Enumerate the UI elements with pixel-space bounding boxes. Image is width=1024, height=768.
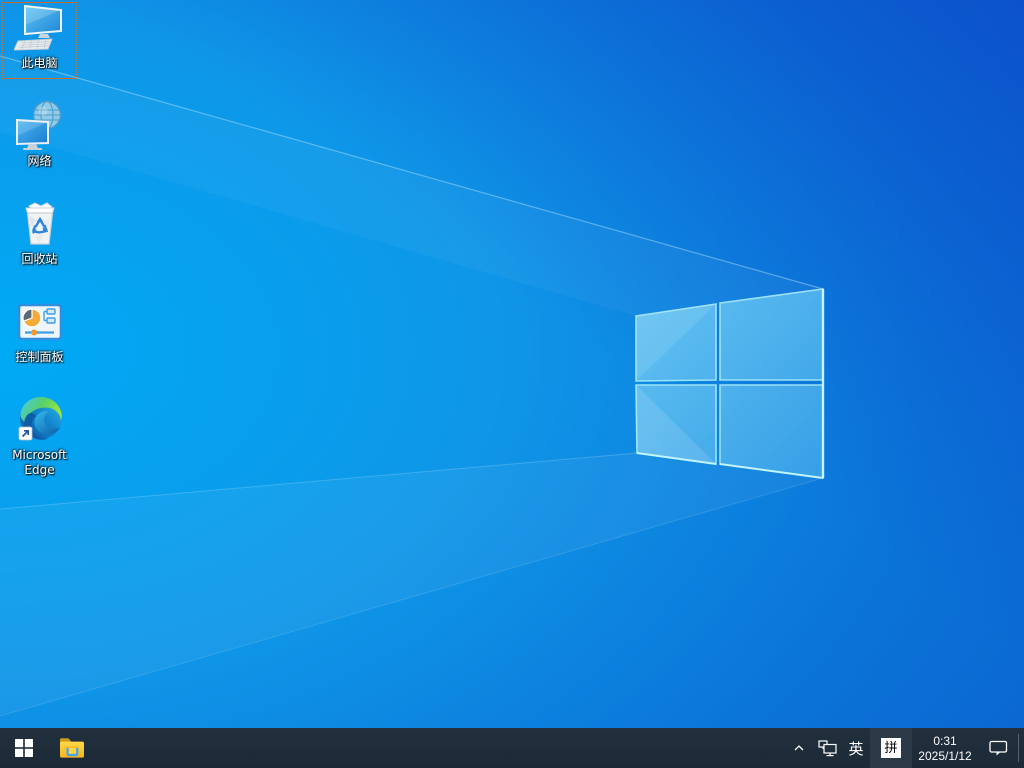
- network-icon: [15, 100, 61, 150]
- desktop-icon-control-panel[interactable]: 控制面板: [2, 296, 77, 390]
- recycle-bin-icon: [24, 202, 55, 245]
- notification-bubble-icon: [988, 740, 1007, 755]
- desktop-icon-microsoft-edge[interactable]: Microsoft Edge: [2, 394, 77, 488]
- icon-label-recycle-bin: 回收站: [21, 252, 58, 266]
- control-panel-icon: [17, 303, 62, 341]
- icon-label-microsoft-edge: Microsoft Edge: [12, 448, 67, 477]
- chevron-up-icon: [794, 745, 804, 751]
- clock-time: 0:31: [933, 733, 957, 748]
- clock-date: 2025/1/12: [918, 748, 972, 763]
- desktop-icon-recycle-bin[interactable]: 回收站: [2, 198, 77, 292]
- icon-label-network: 网络: [27, 154, 52, 168]
- windows-start-icon: [15, 739, 33, 757]
- icon-label-this-pc: 此电脑: [21, 56, 58, 70]
- icon-label-control-panel: 控制面板: [15, 350, 64, 364]
- show-desktop-button[interactable]: [1019, 728, 1024, 768]
- system-tray: 英 拼 0:31 2025/1/12: [786, 728, 1024, 768]
- tray-show-hidden-icons-button[interactable]: [786, 728, 812, 768]
- action-center-button[interactable]: [978, 728, 1018, 768]
- file-explorer-icon: [60, 738, 84, 758]
- language-indicator-text: 英: [848, 740, 864, 758]
- ime-pinyin-badge: 拼: [881, 738, 901, 758]
- wallpaper-light-rays-and-logo: [0, 55, 825, 717]
- tray-ime-mode-button[interactable]: 拼: [870, 728, 912, 768]
- microsoft-edge-icon: [18, 396, 62, 441]
- start-button[interactable]: [0, 728, 48, 768]
- ethernet-network-icon: [817, 739, 837, 756]
- shortcut-arrow-overlay: [18, 426, 32, 441]
- desktop-icon-this-pc[interactable]: 此电脑: [2, 2, 77, 79]
- this-pc-icon: [13, 4, 62, 51]
- tray-language-indicator[interactable]: 英: [842, 728, 870, 768]
- tray-network-button[interactable]: [812, 728, 842, 768]
- file-explorer-button[interactable]: [48, 728, 96, 768]
- desktop-icon-network[interactable]: 网络: [2, 100, 77, 194]
- windows-logo: [635, 288, 825, 479]
- desktop-wallpaper[interactable]: 此电脑 网络 回收站 控制面板 Microsoft Edge: [0, 0, 1024, 728]
- tray-clock-button[interactable]: 0:31 2025/1/12: [912, 728, 978, 768]
- taskbar: 英 拼 0:31 2025/1/12: [0, 728, 1024, 768]
